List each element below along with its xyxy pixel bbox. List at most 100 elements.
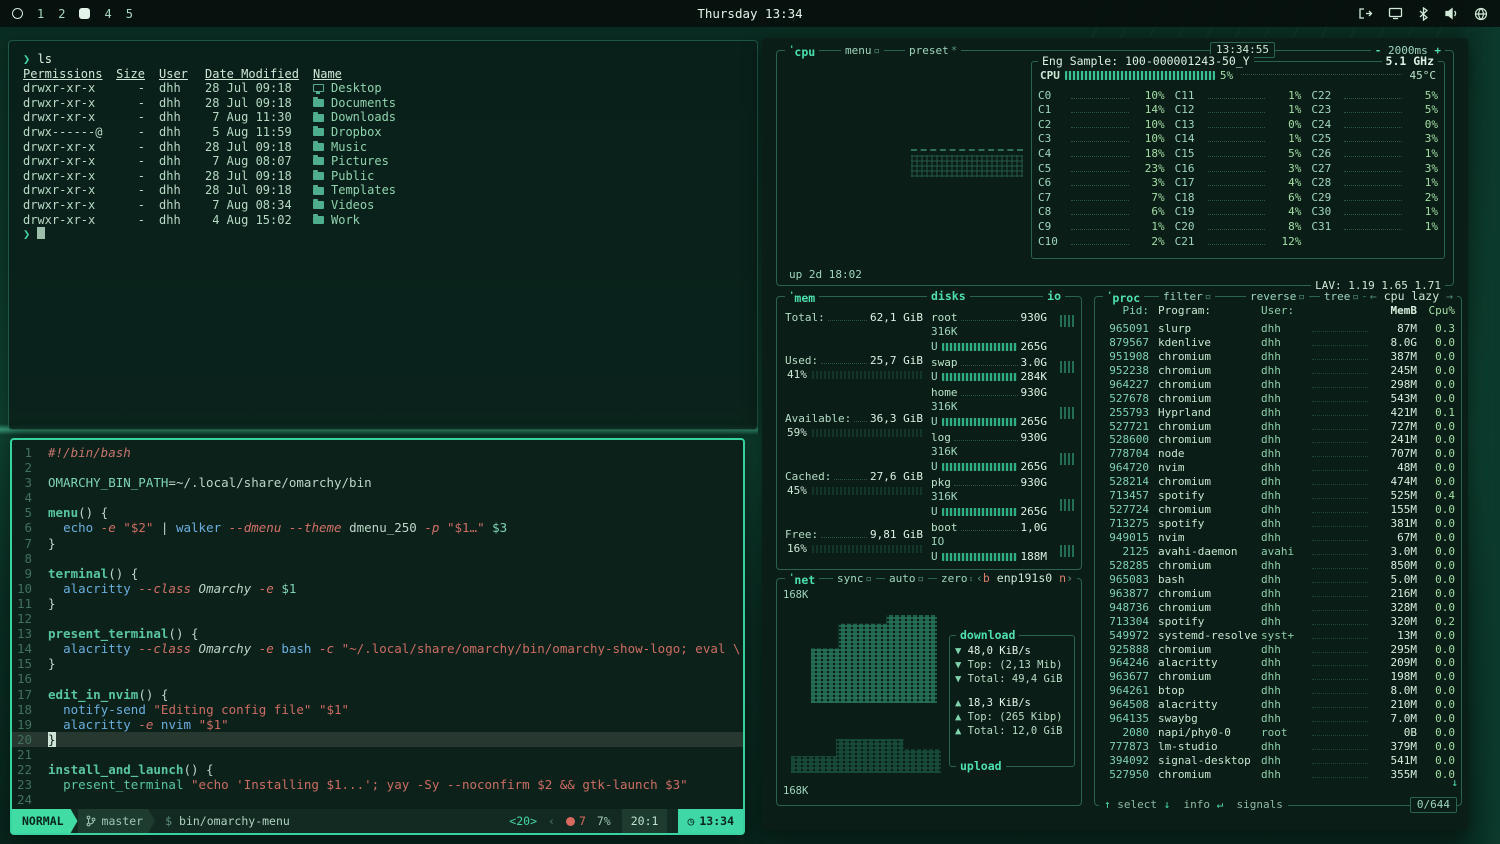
code-line[interactable]: 5menu() { (12, 505, 743, 520)
code-line[interactable]: 1#!/bin/bash (12, 445, 743, 460)
code-line[interactable]: 15} (12, 656, 743, 671)
network-globe-icon[interactable] (1474, 7, 1488, 21)
code-line[interactable]: 3OMARCHY_BIN_PATH=~/.local/share/omarchy… (12, 475, 743, 490)
process-row[interactable]: 963877chromiumdhh216M0.0 (1101, 586, 1455, 600)
code-line[interactable]: 23 present_terminal "echo 'Installing $1… (12, 777, 743, 792)
process-row[interactable]: 394092signal-desktopdhh541M0.0 (1101, 753, 1455, 767)
process-row[interactable]: 713304spotifydhh320M0.2 (1101, 614, 1455, 628)
code-area[interactable]: 1#!/bin/bash23OMARCHY_BIN_PATH=~/.local/… (12, 440, 743, 809)
proc-sort-selector[interactable]: ← cpu lazy → (1366, 289, 1457, 304)
code-line[interactable]: 4 (12, 490, 743, 505)
disk-io-meters (1057, 315, 1077, 557)
code-line[interactable]: 17edit_in_nvim() { (12, 687, 743, 702)
code-line[interactable]: 2 (12, 460, 743, 475)
code-line[interactable]: 6 echo -e "$2" | walker --dmenu --theme … (12, 520, 743, 535)
neovim-window[interactable]: 1#!/bin/bash23OMARCHY_BIN_PATH=~/.local/… (10, 438, 745, 835)
code-line[interactable]: 10 alacritty --class Omarchy -e $1 (12, 581, 743, 596)
process-row[interactable]: 713457spotifydhh525M0.4 (1101, 488, 1455, 502)
process-table[interactable]: 965091slurpdhh87M0.3879567kdenlivedhh8.0… (1101, 321, 1455, 791)
process-row[interactable]: 528214chromiumdhh474M0.0 (1101, 474, 1455, 488)
process-row[interactable]: 963677chromiumdhh198M0.0 (1101, 669, 1455, 683)
process-row[interactable]: 965091slurpdhh87M0.3 (1101, 321, 1455, 335)
logout-icon[interactable] (1358, 7, 1373, 20)
code-line[interactable]: 14 alacritty --class Omarchy -e bash -c … (12, 641, 743, 656)
interval-minus-button[interactable]: - (1375, 44, 1382, 57)
shell-prompt-line[interactable]: ❯ (23, 227, 743, 242)
net-sync-toggle[interactable]: sync▫ (833, 571, 876, 586)
mem-stat: Used:25,7 GiB41% (785, 352, 923, 382)
workspace-3-active[interactable] (79, 8, 90, 19)
core-row: C111% (1175, 87, 1302, 102)
git-branch[interactable]: master (78, 809, 156, 833)
btop-window[interactable]: 'cpu menu▫ preset* 13:34:55 - 2000ms + E… (762, 38, 1468, 830)
display-icon[interactable] (1388, 7, 1403, 20)
process-row[interactable]: 527950chromiumdhh355M0.0 (1101, 767, 1455, 781)
process-row[interactable]: 964261btopdhh8.0M0.0 (1101, 683, 1455, 697)
process-row[interactable]: 713275spotifydhh381M0.0 (1101, 516, 1455, 530)
net-interface-selector[interactable]: ‹b enp191s0 n› (972, 571, 1077, 586)
terminal-window[interactable]: ❯ ls Permissions Size User Date Modified… (8, 40, 758, 430)
net-auto-toggle[interactable]: auto▫ (885, 571, 928, 586)
core-row: C155% (1175, 145, 1302, 160)
code-line[interactable]: 12 (12, 611, 743, 626)
process-row[interactable]: 949015nvimdhh67M0.0 (1101, 530, 1455, 544)
code-line[interactable]: 18 notify-send "Editing config file" "$1… (12, 702, 743, 717)
process-row[interactable]: 778704nodedhh707M0.0 (1101, 446, 1455, 460)
tree-toggle[interactable]: tree▫ (1320, 289, 1363, 304)
process-row[interactable]: 527724chromiumdhh155M0.0 (1101, 502, 1455, 516)
code-line[interactable]: 8 (12, 551, 743, 566)
process-row[interactable]: 964508alacrittydhh210M0.0 (1101, 697, 1455, 711)
code-line[interactable]: 7} (12, 536, 743, 551)
launcher-icon[interactable] (12, 8, 23, 19)
process-row[interactable]: 777873lm-studiodhh379M0.0 (1101, 739, 1455, 753)
workspace-2[interactable]: 2 (58, 7, 65, 21)
process-row[interactable]: 2125avahi-daemonavahi3.0M0.0 (1101, 544, 1455, 558)
code-line[interactable]: 11} (12, 596, 743, 611)
process-row[interactable]: 528600chromiumdhh241M0.0 (1101, 433, 1455, 447)
process-row[interactable]: 527721chromiumdhh727M0.0 (1101, 419, 1455, 433)
menu-button[interactable]: menu▫ (841, 43, 884, 58)
clock[interactable]: Thursday 13:34 (697, 6, 802, 21)
process-row[interactable]: 952238chromiumdhh245M0.0 (1101, 363, 1455, 377)
code-line[interactable]: 9terminal() { (12, 566, 743, 581)
process-row[interactable]: 2080napi/phy0-0root0B0.0 (1101, 725, 1455, 739)
workspace-5[interactable]: 5 (126, 7, 133, 21)
line-number: 18 (12, 702, 48, 717)
process-row[interactable]: 964135swaybgdhh7.0M0.0 (1101, 711, 1455, 725)
process-row[interactable]: 964227chromiumdhh298M0.0 (1101, 377, 1455, 391)
cpu-temperature: 45°C (1410, 69, 1437, 82)
process-row[interactable]: 925888chromiumdhh295M0.0 (1101, 642, 1455, 656)
process-row[interactable]: 964246alacrittydhh209M0.0 (1101, 656, 1455, 670)
process-row[interactable]: 528285chromiumdhh850M0.0 (1101, 558, 1455, 572)
code-line[interactable]: 19 alacritty -e nvim "$1" (12, 717, 743, 732)
process-row[interactable]: 549972systemd-resolvesyst+13M0.0 (1101, 628, 1455, 642)
volume-icon[interactable] (1444, 7, 1459, 20)
code-line[interactable]: 13present_terminal() { (12, 626, 743, 641)
clock-icon: ◷ (687, 814, 694, 828)
workspace-1[interactable]: 1 (37, 7, 44, 21)
scroll-down-arrow[interactable]: ↓ (1451, 776, 1458, 789)
process-row[interactable]: 255793Hyprlanddhh421M0.1 (1101, 405, 1455, 419)
workspace-4[interactable]: 4 (104, 7, 111, 21)
code-line[interactable]: 24 (12, 792, 743, 807)
process-row[interactable]: 879567kdenlivedhh8.0G0.0 (1101, 335, 1455, 349)
code-line[interactable]: 20} (12, 732, 743, 747)
ls-header-row: Permissions Size User Date Modified Name (23, 67, 743, 82)
core-row: C523% (1038, 160, 1165, 175)
process-row[interactable]: 951908chromiumdhh387M0.0 (1101, 349, 1455, 363)
disks-title[interactable]: disks (927, 289, 970, 304)
code-line[interactable]: 22install_and_launch() { (12, 762, 743, 777)
process-row[interactable]: 527678chromiumdhh543M0.0 (1101, 391, 1455, 405)
reverse-toggle[interactable]: reverse▫ (1246, 289, 1309, 304)
process-row[interactable]: 965083bashdhh5.0M0.0 (1101, 572, 1455, 586)
process-row[interactable]: 948736chromiumdhh328M0.0 (1101, 600, 1455, 614)
process-table-header[interactable]: Pid: Program: User: MemB Cpu% (1101, 304, 1455, 317)
bluetooth-icon[interactable] (1418, 7, 1429, 21)
process-row[interactable]: 964720nvimdhh48M0.0 (1101, 460, 1455, 474)
filter-button[interactable]: filter▫ (1159, 289, 1215, 304)
code-line[interactable]: 16 (12, 671, 743, 686)
preset-button[interactable]: preset* (905, 43, 961, 58)
line-number: 24 (12, 792, 48, 807)
io-title[interactable]: io (1043, 289, 1065, 304)
code-line[interactable]: 21 (12, 747, 743, 762)
